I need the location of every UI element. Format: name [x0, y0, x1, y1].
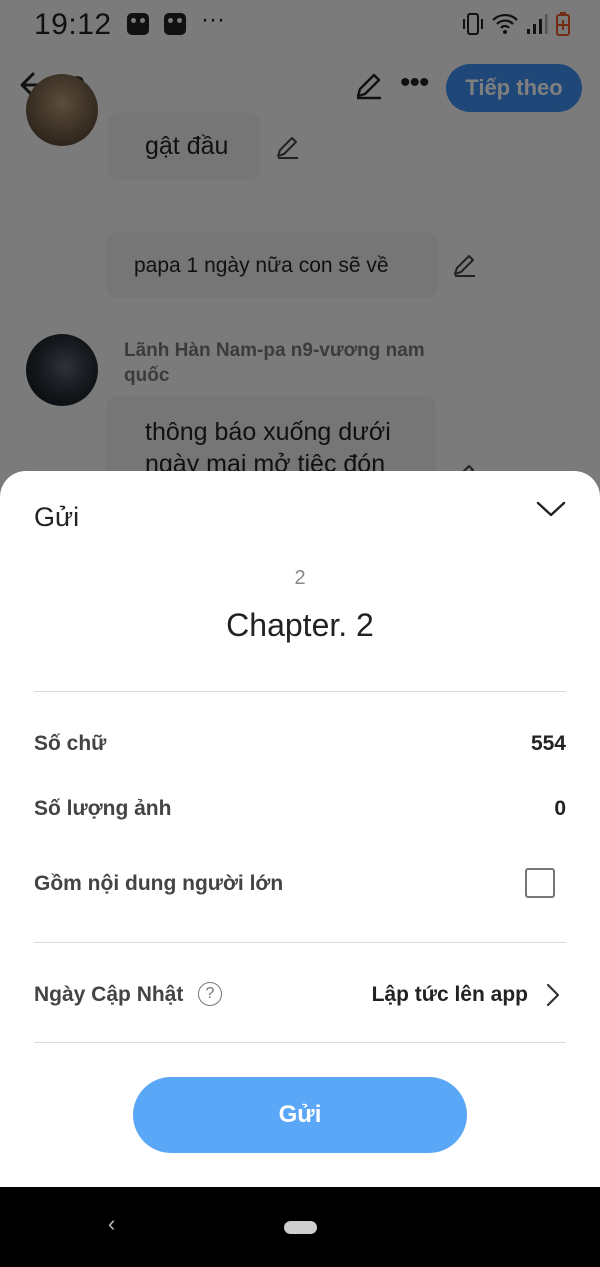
chapter-title: Chapter. 2 — [226, 607, 374, 643]
sheet-title: Gửi — [34, 502, 80, 532]
send-bottom-sheet: Gửi 2 Chapter. 2 Số chữ 554 Số lượng ảnh… — [0, 471, 600, 1187]
word-count-value: 554 — [530, 732, 566, 755]
help-icon[interactable]: ? — [198, 982, 222, 1006]
send-button[interactable]: Gửi — [133, 1077, 467, 1153]
image-count-value: 0 — [554, 797, 566, 820]
chevron-right-icon[interactable] — [545, 982, 561, 1008]
nav-back-icon[interactable]: ‹ — [108, 1211, 115, 1237]
update-date-label: Ngày Cập Nhật — [34, 983, 184, 1006]
update-date-value[interactable]: Lập tức lên app — [372, 983, 528, 1007]
adult-content-label: Gồm nội dung người lớn — [34, 872, 284, 895]
word-count-label: Số chữ — [34, 732, 107, 755]
chevron-down-icon[interactable] — [536, 499, 566, 519]
divider — [34, 691, 566, 692]
adult-content-checkbox[interactable] — [525, 868, 555, 898]
system-nav-bar: ‹ — [0, 1187, 600, 1267]
image-count-label: Số lượng ảnh — [34, 797, 172, 820]
nav-home-pill[interactable] — [284, 1221, 317, 1234]
chapter-number: 2 — [294, 567, 306, 589]
chat-screen: 19:12 ··· 2 ••• Tiếp theo gật đầu papa 1… — [0, 0, 600, 1187]
divider — [34, 942, 566, 943]
divider — [34, 1042, 566, 1043]
